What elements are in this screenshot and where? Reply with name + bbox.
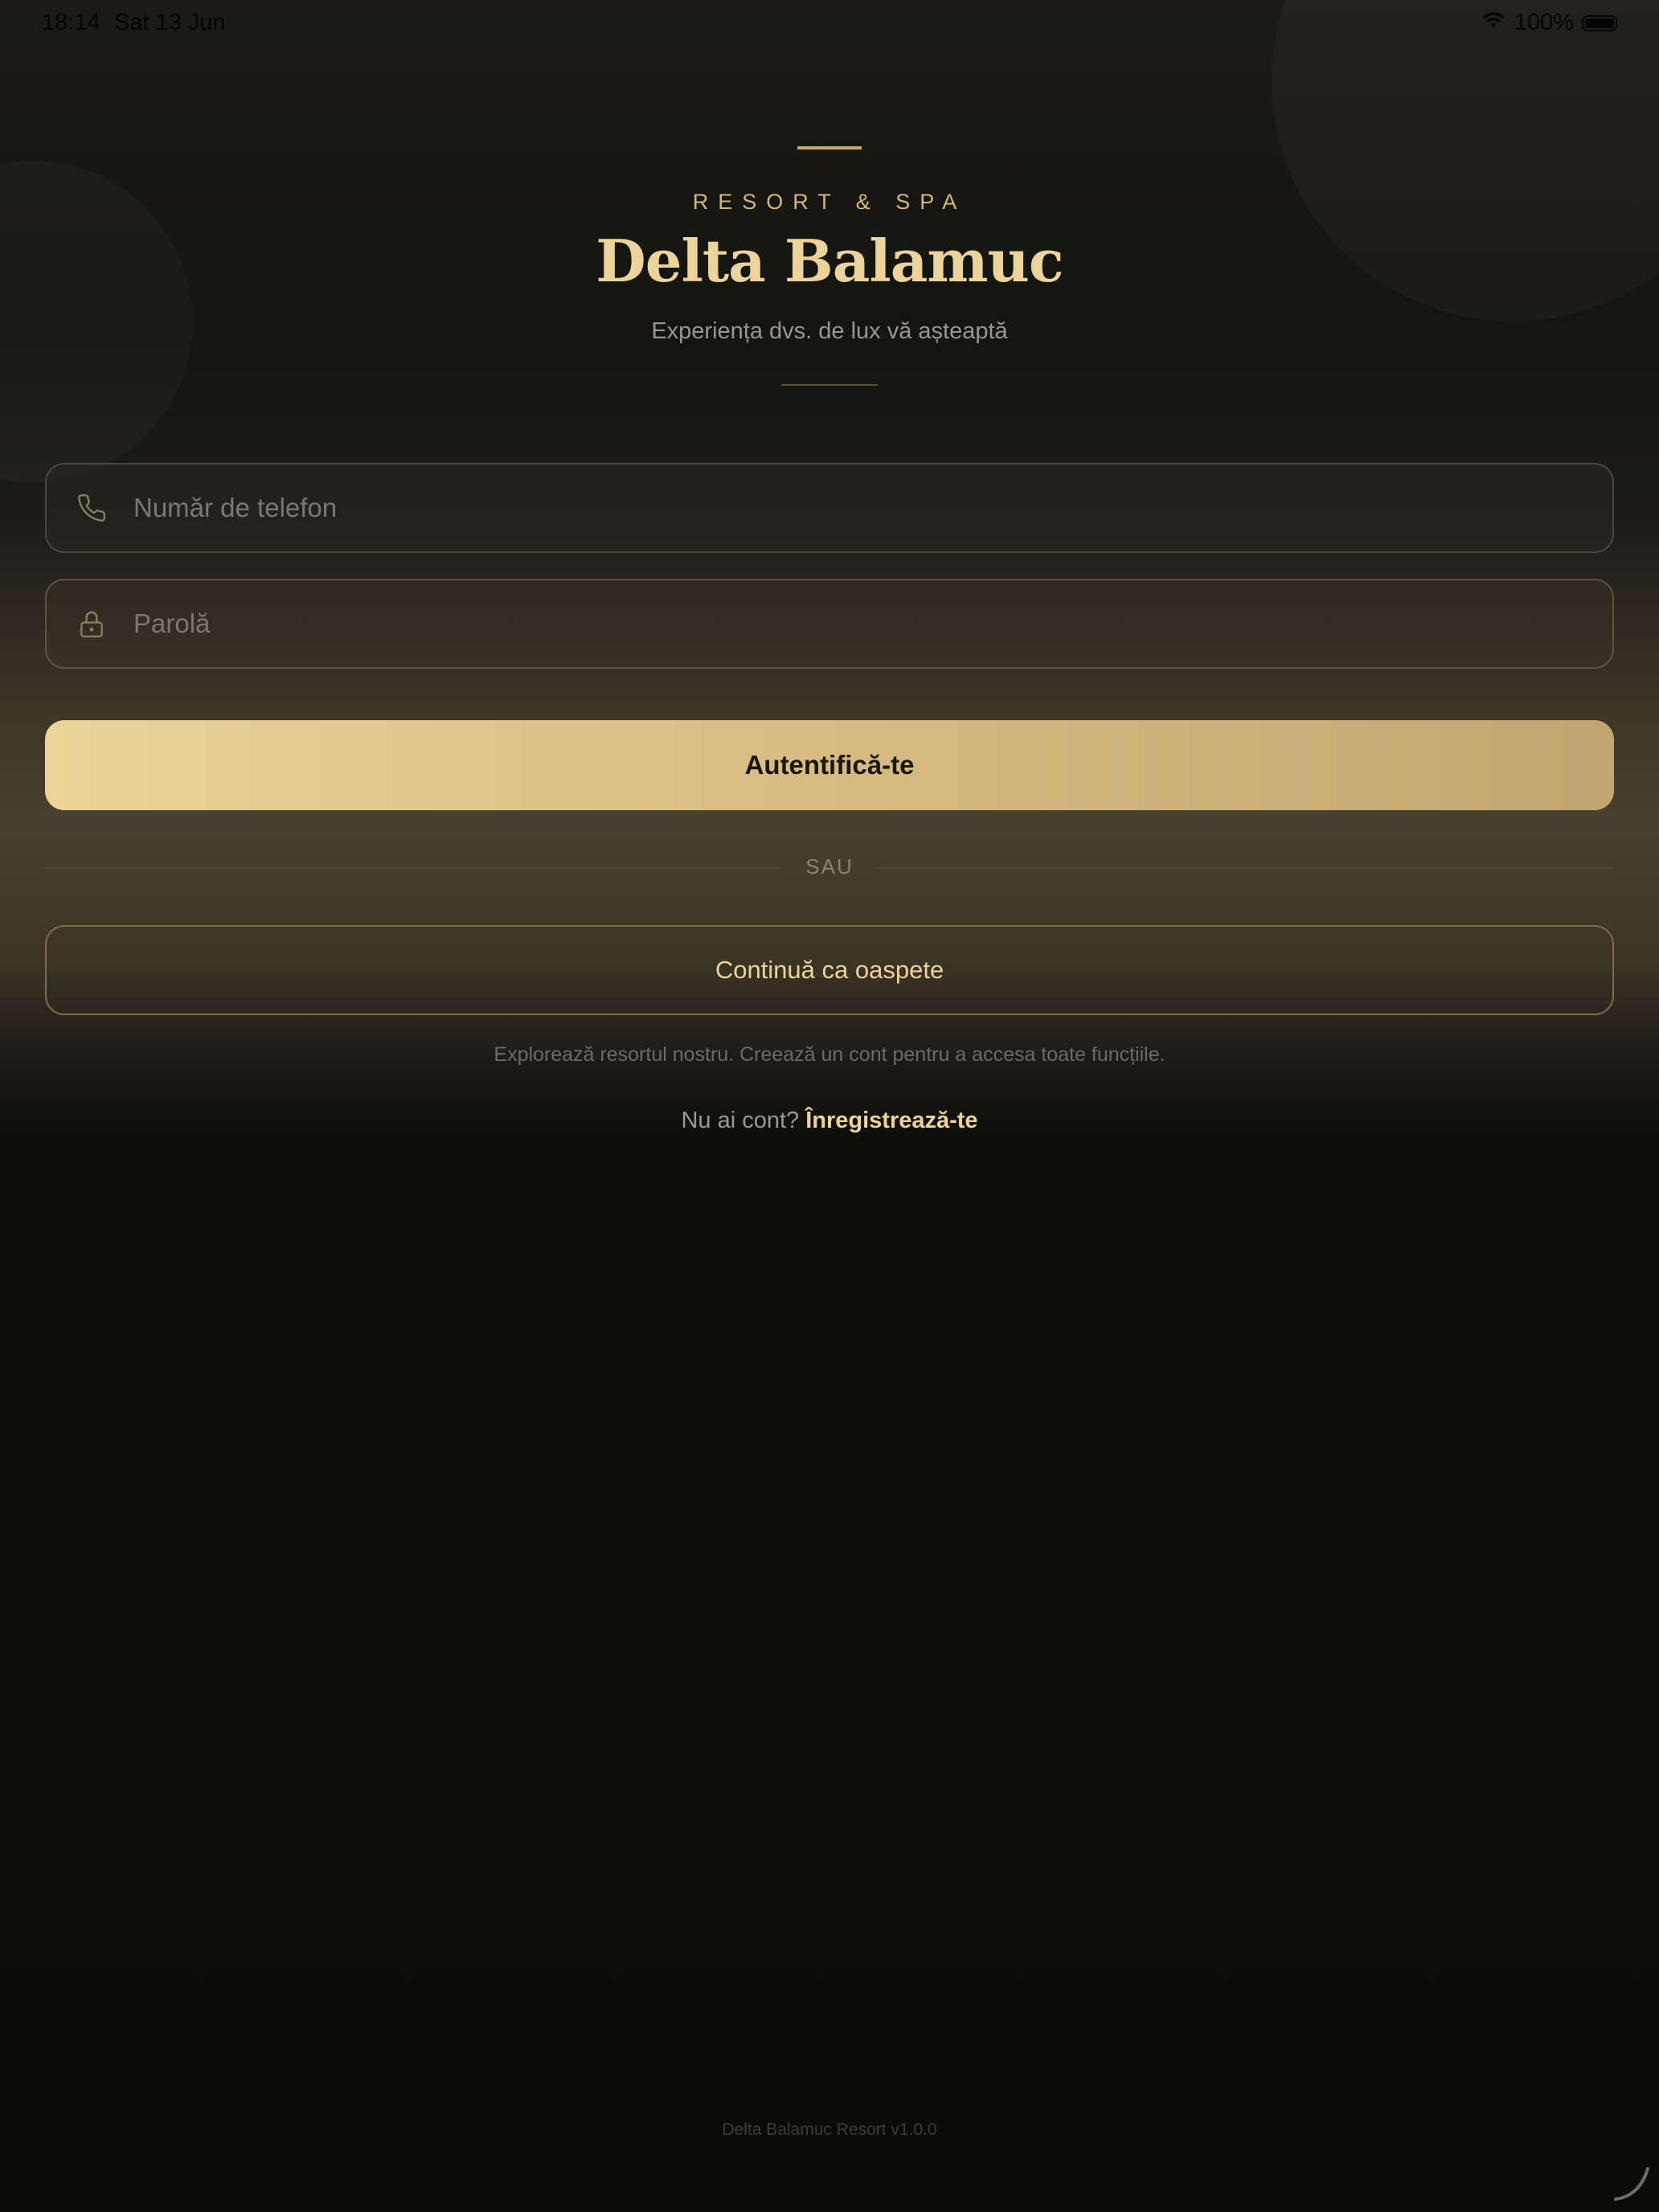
status-indicators: 100%: [1481, 10, 1617, 36]
password-input[interactable]: [132, 580, 1612, 668]
login-screen: 18:14 Sat 13 Jun 100% RESORT & SPA Delta…: [0, 0, 1659, 2212]
phone-icon: [76, 492, 108, 524]
corner-swipe-indicator-icon: [1612, 2164, 1651, 2202]
page-title: Delta Balamuc: [596, 227, 1063, 295]
lock-icon: [76, 608, 108, 640]
phone-field[interactable]: [45, 463, 1614, 553]
status-bar: 18:14 Sat 13 Jun 100%: [0, 0, 1659, 51]
brand-tagline: Experiența dvs. de lux vă așteaptă: [651, 318, 1008, 344]
divider-line: [878, 867, 1614, 869]
password-field[interactable]: [45, 579, 1614, 669]
battery-icon: [1582, 14, 1617, 31]
login-button[interactable]: Autentifică-te: [45, 720, 1614, 810]
continue-as-guest-button[interactable]: Continuă ca oaspete: [45, 925, 1614, 1015]
battery-percentage: 100%: [1514, 10, 1574, 35]
brand-eyebrow: RESORT & SPA: [692, 190, 967, 214]
header-divider: [781, 384, 878, 386]
register-prompt: Nu ai cont?: [681, 1108, 800, 1133]
header-accent-rule: [797, 146, 862, 150]
phone-input[interactable]: [132, 464, 1612, 552]
status-time: 18:14: [42, 10, 100, 35]
app-version: Delta Balamuc Resort v1.0.0: [722, 2120, 937, 2139]
register-link[interactable]: Înregistrează-te: [805, 1108, 977, 1133]
wifi-icon: [1481, 10, 1506, 36]
guest-note: Explorează resortul nostru. Creează un c…: [494, 1043, 1165, 1066]
register-prompt-line: Nu ai cont? Înregistrează-te: [0, 1108, 1659, 1134]
status-date: Sat 13 Jun: [114, 10, 226, 35]
